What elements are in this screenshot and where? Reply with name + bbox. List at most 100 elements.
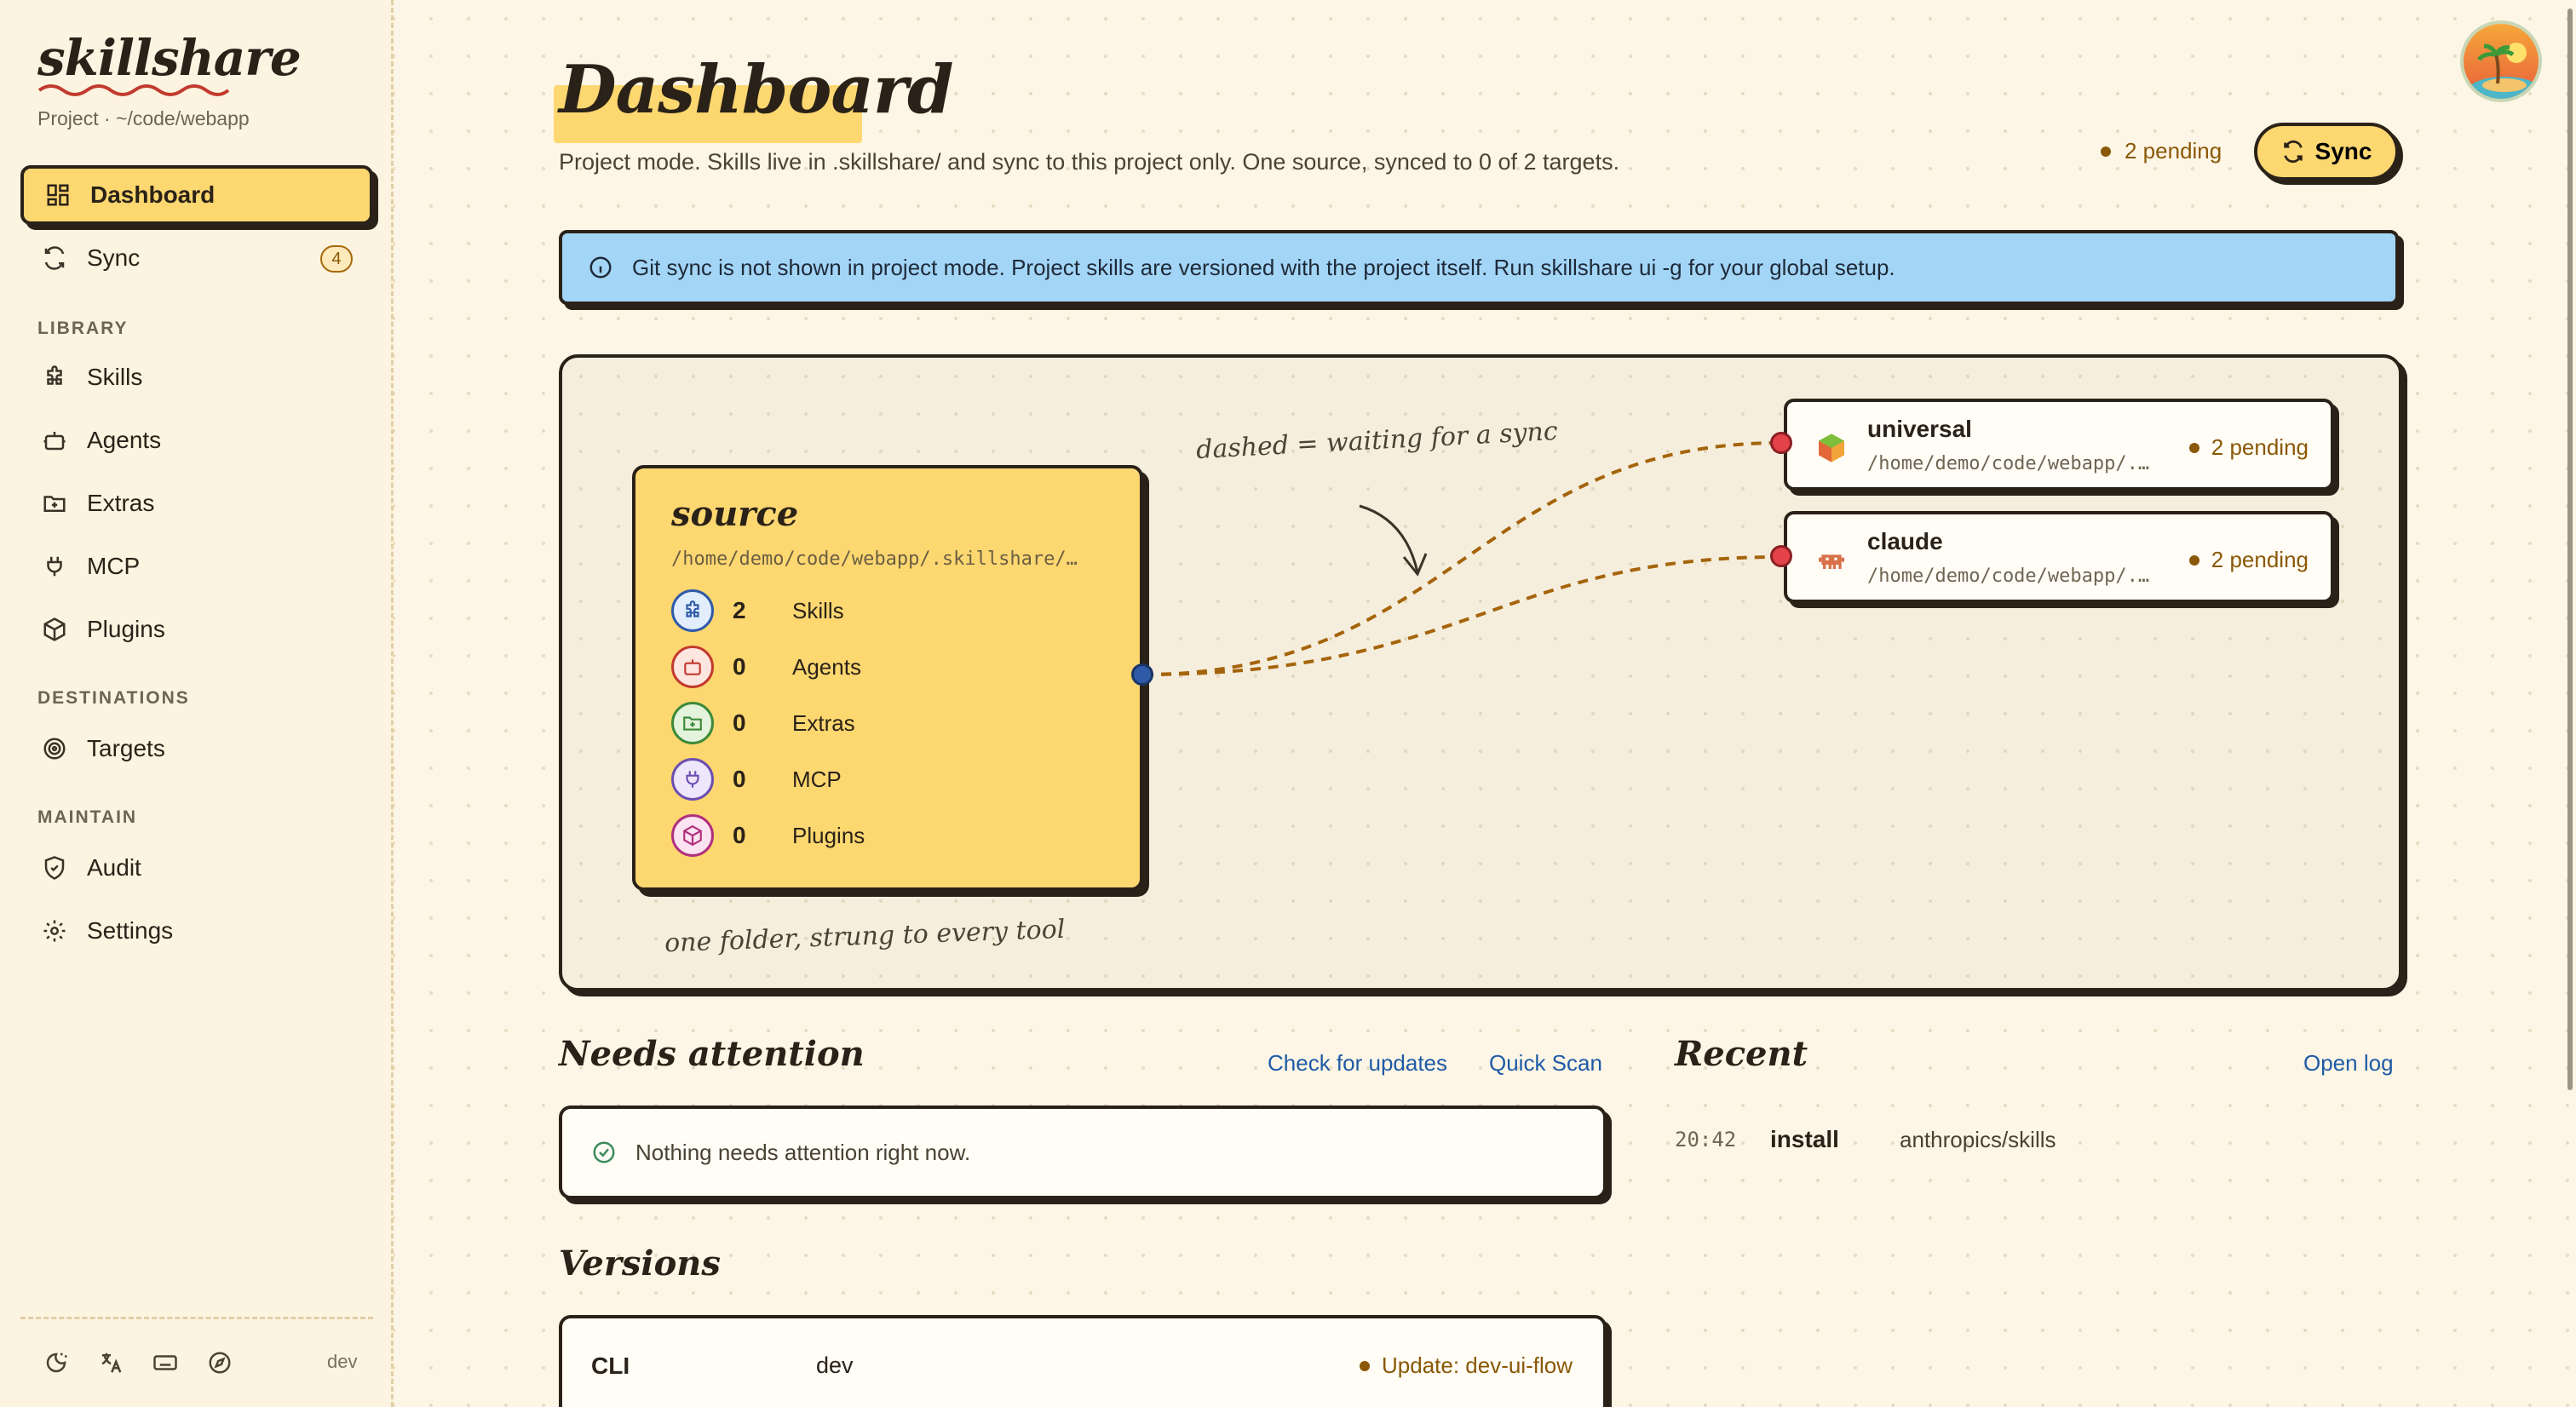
package-icon [41,616,68,643]
avatar[interactable] [2460,20,2542,102]
sidebar-item-label: Sync [87,244,141,271]
recent-action: install [1770,1126,1839,1152]
plug-icon [671,758,714,801]
target-status-label: 2 pending [2211,434,2309,460]
shield-check-icon [41,854,68,882]
sidebar-item-label: Agents [87,427,162,453]
source-row-agents[interactable]: 0 Agents [671,644,861,690]
pending-dot [2188,554,2199,566]
bot-icon [671,646,714,688]
target-name: claude [1867,528,1943,554]
sidebar-item-targets[interactable]: Targets [20,719,373,778]
sidebar-item-skills[interactable]: Skills [20,347,373,407]
info-text: Git sync is not shown in project mode. P… [632,254,1895,280]
target-path: /home/demo/code/webapp/.… [1867,453,2150,474]
target-status: 2 pending [2188,434,2309,461]
source-count: 2 [733,597,746,623]
open-log-link[interactable]: Open log [2303,1050,2394,1077]
source-label: MCP [792,766,842,792]
attention-message: Nothing needs attention right now. [635,1139,971,1165]
recent-subject: anthropics/skills [1900,1126,2056,1152]
recent-time: 20:42 [1675,1128,1737,1151]
target-icon [41,735,68,762]
sidebar-item-label: Settings [87,917,174,944]
source-count: 0 [733,709,746,736]
build-label: dev [327,1351,358,1372]
folder-plus-icon [671,702,714,744]
section-destinations: DESTINATIONS [37,688,190,708]
compass-icon[interactable] [204,1347,235,1378]
target-port-universal[interactable] [1770,432,1792,454]
update-dot [1360,1360,1370,1371]
quick-scan-link[interactable]: Quick Scan [1489,1050,1602,1077]
check-updates-link[interactable]: Check for updates [1268,1050,1447,1077]
claude-icon [1814,543,1849,582]
info-icon [588,255,613,280]
source-row-mcp[interactable]: 0 MCP [671,756,842,802]
package-icon [671,814,714,857]
pending-label: 2 pending [2125,138,2222,164]
folder-plus-icon [41,490,68,517]
theme-toggle-icon[interactable] [41,1347,72,1378]
hexagon-icon [1814,431,1849,469]
sidebar-item-mcp[interactable]: MCP [20,537,373,596]
sidebar-item-label: Targets [87,735,165,761]
needs-attention-title: Needs attention [559,1034,865,1074]
sidebar-item-label: Plugins [87,616,165,642]
sync-icon [2281,140,2305,164]
target-card-universal[interactable]: universal /home/demo/code/webapp/.… 2 pe… [1784,399,2334,491]
plug-icon [41,553,68,580]
source-row-plugins[interactable]: 0 Plugins [671,813,865,859]
page-title: Dashboard [559,51,954,129]
language-icon[interactable] [95,1347,126,1378]
sidebar-divider [20,1317,373,1319]
sidebar-item-agents[interactable]: Agents [20,411,373,470]
sidebar-item-label: Audit [87,854,141,881]
target-port-claude[interactable] [1770,545,1792,567]
source-row-extras[interactable]: 0 Extras [671,700,855,746]
source-path: /home/demo/code/webapp/.skillshare/… [671,548,1078,570]
bot-icon [41,427,68,454]
puzzle-icon [41,364,68,391]
section-maintain: MAINTAIN [37,807,138,827]
version-update[interactable]: Update: dev-ui-flow [1360,1352,1573,1379]
sidebar: skillshare Project · ~/code/webapp Dashb… [0,0,394,1407]
puzzle-icon [671,589,714,632]
source-label: Skills [792,597,844,623]
attention-card: Nothing needs attention right now. [559,1106,1607,1199]
version-value: dev [816,1352,854,1378]
source-row-skills[interactable]: 2 Skills [671,588,844,634]
source-label: Agents [792,653,861,680]
recent-entry[interactable]: 20:42 install anthropics/skills [1675,1126,2056,1153]
pending-dot [2188,442,2199,453]
pending-dot [2101,146,2111,157]
sync-button[interactable]: Sync [2254,123,2399,181]
logo-underline [37,84,230,96]
source-count: 0 [733,766,746,792]
sidebar-item-plugins[interactable]: Plugins [20,600,373,659]
target-path: /home/demo/code/webapp/.… [1867,566,2150,587]
target-status-label: 2 pending [2211,547,2309,572]
dashboard-icon [44,181,72,209]
project-path: Project · ~/code/webapp [37,107,250,129]
target-card-claude[interactable]: claude /home/demo/code/webapp/.… 2 pendi… [1784,511,2334,603]
sidebar-item-extras[interactable]: Extras [20,474,373,533]
versions-title: Versions [559,1243,721,1284]
source-title: source [671,494,799,534]
source-count: 0 [733,822,746,848]
page-scrollbar[interactable] [2567,9,2573,1090]
recent-title: Recent [1675,1034,1808,1074]
sidebar-item-dashboard[interactable]: Dashboard [20,165,373,225]
source-card[interactable]: source /home/demo/code/webapp/.skillshar… [632,465,1143,891]
sidebar-item-settings[interactable]: Settings [20,901,373,961]
app-logo[interactable]: skillshare [37,29,302,87]
sidebar-item-sync[interactable]: Sync 4 [20,228,373,288]
source-port[interactable] [1131,663,1153,686]
version-update-label: Update: dev-ui-flow [1382,1352,1573,1378]
sidebar-item-label: MCP [87,553,141,579]
pending-status: 2 pending [2101,138,2222,164]
target-name: universal [1867,416,1972,442]
sync-icon [41,244,68,272]
sidebar-item-audit[interactable]: Audit [20,838,373,898]
keyboard-icon[interactable] [150,1347,181,1378]
